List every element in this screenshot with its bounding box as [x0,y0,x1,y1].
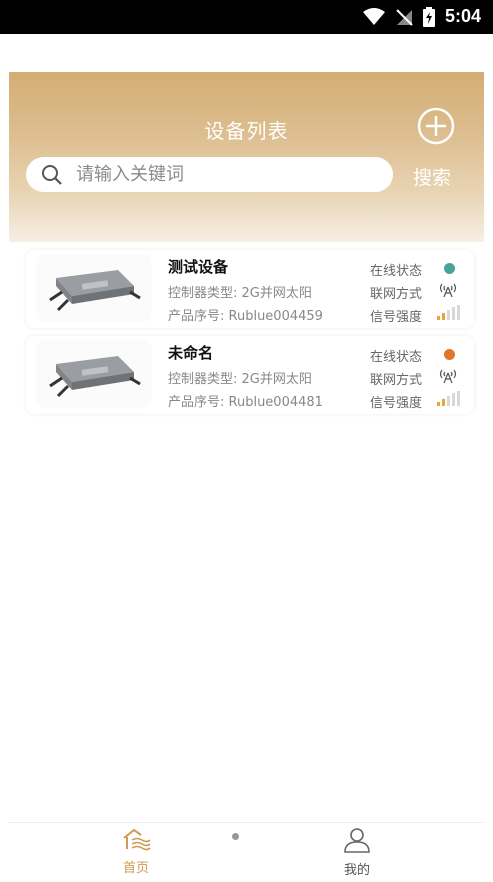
battery-charging-icon [422,6,435,27]
device-controller-type: 控制器类型: 2G并网太阳 [168,286,312,301]
center-dot [232,833,239,840]
device-name: 未命名 [168,344,214,362]
tab-home[interactable]: 首页 [96,827,176,876]
device-card[interactable]: 测试设备 控制器类型: 2G并网太阳 产品序号: Rublue004459 在线… [26,250,474,328]
device-image [38,342,150,406]
online-status-dot [444,349,455,360]
search-button[interactable]: 搜索 [413,163,451,190]
antenna-icon [439,369,457,384]
device-image [38,256,150,320]
user-icon [344,828,370,853]
add-device-icon[interactable] [417,107,455,145]
antenna-icon [439,283,457,298]
device-card[interactable]: 未命名 控制器类型: 2G并网太阳 产品序号: Rublue004481 在线状… [26,336,474,414]
top-spacer [9,34,484,72]
search-icon [42,164,62,185]
tab-home-label: 首页 [122,861,149,876]
device-controller-type: 控制器类型: 2G并网太阳 [168,372,312,387]
signal-strength-label: 信号强度 [370,396,423,411]
search-input[interactable] [74,163,358,186]
status-time: 5:04 [444,6,481,26]
wifi-icon [362,7,385,25]
search-bar[interactable] [26,157,393,192]
status-bar: 5:04 [0,0,493,34]
tab-mine-label: 我的 [343,863,370,878]
online-status-label: 在线状态 [370,264,423,279]
no-signal-icon [396,8,413,26]
device-name: 测试设备 [168,258,229,276]
online-status-label: 在线状态 [370,350,423,365]
device-serial: 产品序号: Rublue004459 [168,309,323,324]
bottom-tab-bar: 首页 我的 [9,822,484,882]
network-mode-label: 联网方式 [370,287,423,302]
online-status-dot [444,263,455,274]
tab-mine[interactable]: 我的 [317,827,397,878]
signal-strength-label: 信号强度 [370,310,423,325]
signal-bars-icon [437,391,460,406]
home-icon [123,828,151,851]
device-serial: 产品序号: Rublue004481 [168,395,323,410]
signal-bars-icon [437,305,460,320]
network-mode-label: 联网方式 [370,373,423,388]
